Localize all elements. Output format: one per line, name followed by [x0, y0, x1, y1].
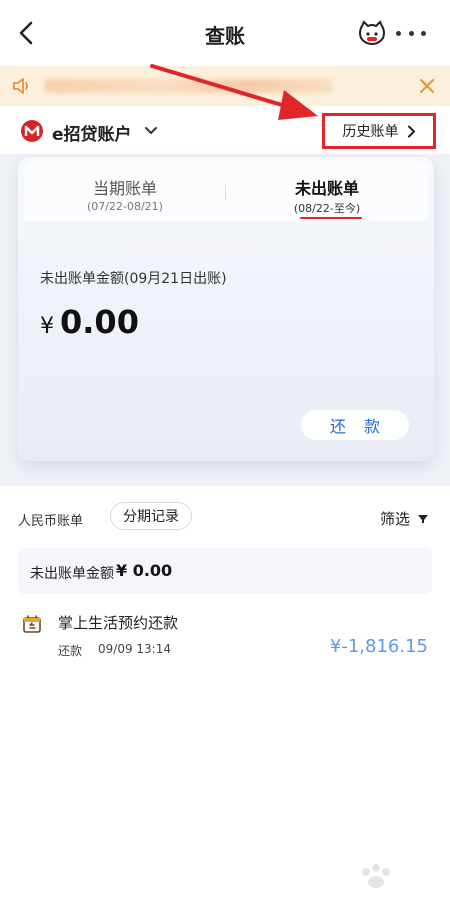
assistant-mascot-icon[interactable] — [358, 20, 386, 46]
account-row: e招贷账户 历史账单 — [0, 108, 450, 154]
tab-date-range: (07/22-08/21) — [87, 200, 163, 213]
transaction-title: 掌上生活预约还款 — [58, 614, 179, 632]
cmb-logo-icon — [21, 120, 43, 142]
summary-label: 未出账单金额 — [30, 566, 114, 582]
history-bills-link[interactable]: 历史账单 — [322, 113, 436, 149]
unbilled-summary: 未出账单金额 ¥ 0.00 — [18, 548, 432, 594]
account-selector[interactable]: e招贷账户 — [52, 120, 132, 145]
tab-unbilled[interactable]: 未出账单 (08/22-至今) — [226, 161, 428, 221]
bill-list-section: 人民币账单 分期记录 筛选 未出账单金额 ¥ 0.00 掌上生活预约还款 还款 … — [0, 486, 450, 920]
transaction-time: 09/09 13:14 — [98, 642, 171, 656]
more-options-button[interactable] — [396, 22, 426, 44]
transaction-amount: ¥-1,816.15 — [329, 636, 428, 657]
speaker-icon — [13, 78, 28, 94]
transaction-row[interactable]: 掌上生活预约还款 还款 09/09 13:14 ¥-1,816.15 — [0, 604, 450, 674]
tab-current-bill[interactable]: 当期账单 (07/22-08/21) — [24, 161, 226, 221]
dot-icon — [408, 30, 414, 36]
bill-card: 当期账单 (07/22-08/21) 未出账单 (08/22-至今) 未出账单金… — [18, 157, 434, 461]
bill-tabs: 当期账单 (07/22-08/21) 未出账单 (08/22-至今) — [24, 161, 428, 221]
tab-date-range: (08/22-至今) — [293, 202, 361, 215]
history-bills-label: 历史账单 — [342, 124, 399, 140]
filter-label: 筛选 — [380, 510, 411, 528]
currency-symbol: ¥ — [40, 314, 54, 339]
summary-amount: ¥ 0.00 — [116, 561, 173, 580]
calendar-repay-icon — [23, 615, 41, 633]
watermark-logo — [336, 860, 428, 900]
unbilled-amount-caption: 未出账单金额(09月21日出账) — [40, 271, 227, 287]
notice-bar — [0, 66, 450, 106]
notice-text-blurred — [44, 79, 334, 93]
repay-button[interactable]: 还款 — [301, 410, 409, 440]
transaction-type: 还款 — [58, 644, 83, 658]
filter-button[interactable]: 筛选 — [380, 508, 429, 529]
unbilled-amount: ¥0.00 — [40, 303, 139, 341]
chevron-right-icon — [407, 125, 415, 137]
close-icon[interactable] — [418, 77, 436, 95]
top-bar: 查账 — [0, 0, 450, 66]
active-tab-indicator — [300, 217, 362, 219]
chevron-down-icon[interactable] — [144, 125, 158, 137]
rmb-bill-label: 人民币账单 — [18, 514, 84, 529]
installment-records-button[interactable]: 分期记录 — [110, 502, 192, 530]
amount-number: 0.00 — [60, 303, 139, 341]
screen: 查账 e招贷账户 历史账单 当期账单 (07/22-08/21) 未出账单 (0… — [0, 0, 450, 920]
tab-label: 当期账单 — [92, 179, 157, 198]
filter-triangle-icon — [418, 514, 429, 523]
tab-label: 未出账单 — [294, 179, 359, 198]
dot-icon — [396, 30, 401, 36]
dot-icon — [421, 30, 426, 36]
